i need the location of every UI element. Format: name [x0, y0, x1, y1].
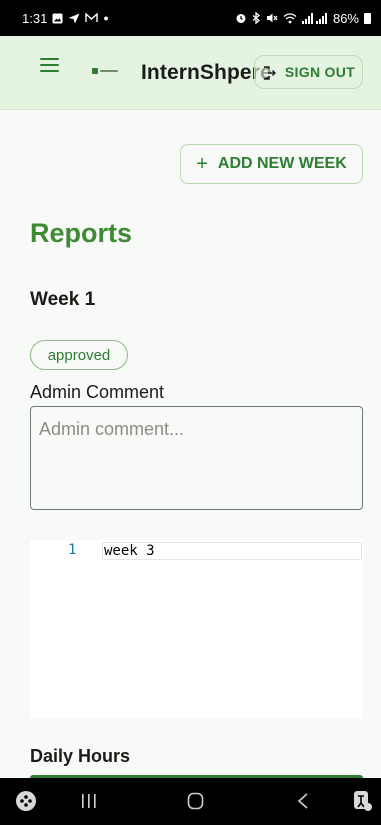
accessibility-icon[interactable]	[353, 790, 373, 812]
week-title: Week 1	[30, 289, 96, 310]
admin-comment-field[interactable]	[30, 406, 363, 510]
mail-notification-icon	[85, 13, 99, 22]
system-nav-bar	[0, 778, 381, 825]
status-right: 86%	[235, 11, 371, 26]
more-notifications-dot-icon: ●	[103, 13, 109, 23]
status-left: 1:31 ●	[22, 11, 109, 26]
sign-out-label: SIGN OUT	[284, 64, 355, 80]
status-time: 1:31	[22, 10, 48, 26]
add-new-week-button[interactable]: + ADD NEW WEEK	[180, 144, 363, 184]
report-editor[interactable]: 1 week 3	[30, 540, 363, 718]
status-bar: 1:31 ● 86%	[0, 0, 381, 36]
game-launcher-icon[interactable]	[15, 790, 37, 812]
battery-percent: 86%	[332, 10, 359, 26]
wifi-icon	[283, 13, 297, 24]
page-title: Reports	[30, 218, 133, 248]
bluetooth-icon	[252, 12, 260, 24]
signal-icon	[301, 12, 327, 24]
hamburger-menu-icon[interactable]	[40, 58, 59, 72]
recents-icon[interactable]	[80, 793, 98, 809]
admin-comment-label: Admin Comment	[30, 382, 165, 402]
battery-icon	[364, 12, 371, 24]
daily-hours-label: Daily Hours	[30, 746, 131, 766]
back-icon[interactable]	[296, 792, 310, 810]
app-title: InternShpere	[141, 61, 272, 84]
line-number: 1	[68, 542, 77, 558]
send-notification-icon	[68, 13, 80, 23]
logout-icon	[263, 66, 276, 80]
app-bar: InternShpere SIGN OUT	[0, 36, 381, 110]
editor-line[interactable]: week 3	[102, 542, 362, 560]
gallery-notification-icon	[52, 13, 63, 23]
status-badge: approved	[30, 340, 128, 370]
alarm-icon	[236, 14, 246, 23]
plus-icon: +	[196, 153, 208, 175]
mute-icon	[266, 13, 278, 23]
sign-out-button[interactable]: SIGN OUT	[254, 55, 363, 89]
home-icon[interactable]	[187, 792, 205, 810]
add-new-week-label: ADD NEW WEEK	[217, 155, 347, 172]
logo-icon	[92, 68, 118, 74]
